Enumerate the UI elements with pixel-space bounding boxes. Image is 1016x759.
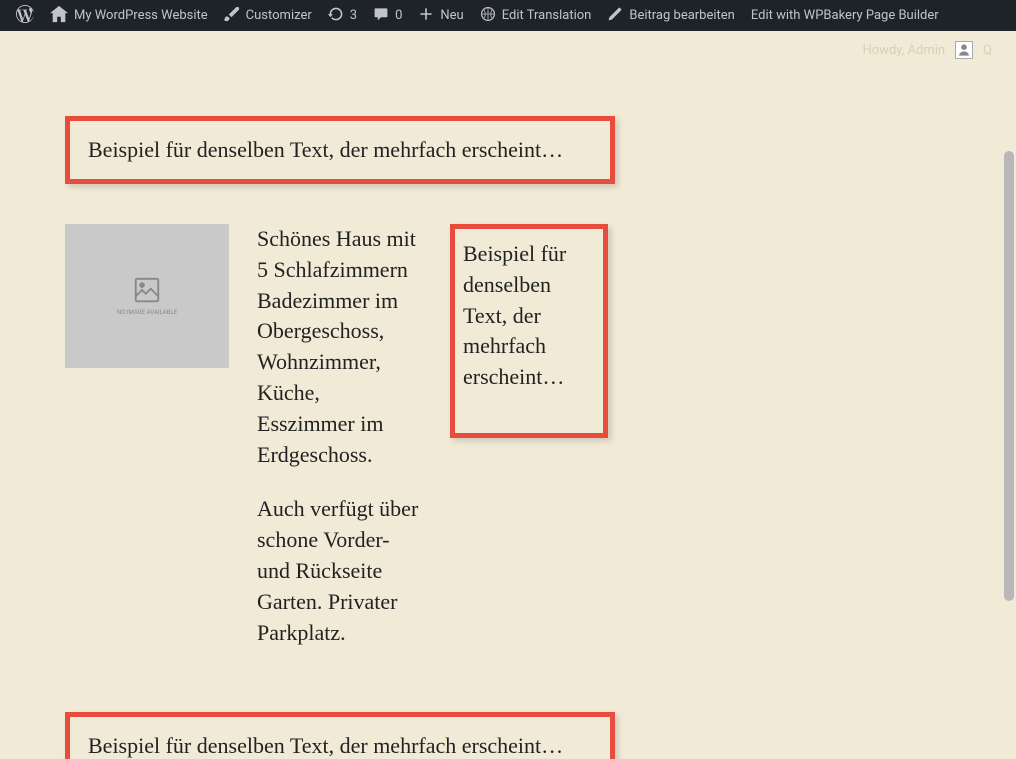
- comments-menu[interactable]: 0: [365, 0, 410, 31]
- customizer-label: Customizer: [246, 8, 312, 23]
- highlight-text-1: Beispiel für denselben Text, der mehrfac…: [88, 137, 563, 162]
- image-placeholder-label: NO IMAGE AVAILABLE: [117, 309, 177, 316]
- wordpress-logo-icon: [16, 5, 34, 27]
- highlight-box-side: Beispiel für denselben Text, der mehrfac…: [450, 224, 608, 438]
- scrollbar[interactable]: [1004, 151, 1014, 601]
- page-content-wrapper: Howdy, Admin Q Beispiel für denselben Te…: [0, 31, 1016, 759]
- update-icon: [328, 6, 344, 26]
- home-icon: [50, 5, 68, 27]
- edit-post-label: Beitrag bearbeiten: [629, 8, 735, 23]
- logout-suffix: Q: [983, 43, 992, 58]
- description-paragraph-1: Schönes Haus mit 5 Schlafzimmern Badezim…: [257, 224, 422, 470]
- highlight-text-2: Beispiel für denselben Text, der mehrfac…: [463, 241, 566, 389]
- avatar: [955, 41, 973, 59]
- plus-icon: [418, 6, 434, 26]
- wpbakery-menu[interactable]: Edit with WPBakery Page Builder: [743, 0, 947, 31]
- content-columns-row: NO IMAGE AVAILABLE Schönes Haus mit 5 Sc…: [65, 224, 615, 672]
- highlight-box-bottom: Beispiel für denselben Text, der mehrfac…: [65, 712, 615, 759]
- customizer-menu[interactable]: Customizer: [216, 0, 320, 31]
- site-name-menu[interactable]: My WordPress Website: [42, 0, 216, 31]
- new-label: Neu: [440, 8, 463, 23]
- highlight-box-top: Beispiel für denselben Text, der mehrfac…: [65, 116, 615, 184]
- image-placeholder-icon: [132, 275, 162, 305]
- new-content-menu[interactable]: Neu: [410, 0, 471, 31]
- edit-post-menu[interactable]: Beitrag bearbeiten: [599, 0, 743, 31]
- site-name-label: My WordPress Website: [74, 8, 208, 23]
- updates-menu[interactable]: 3: [320, 0, 365, 31]
- translation-icon: [480, 6, 496, 26]
- wpbakery-label: Edit with WPBakery Page Builder: [751, 8, 939, 23]
- edit-translation-menu[interactable]: Edit Translation: [472, 0, 600, 31]
- greeting-text: Howdy, Admin: [862, 43, 945, 58]
- admin-bar-left-group: My WordPress Website Customizer 3 0: [8, 0, 947, 31]
- comment-icon: [373, 6, 389, 26]
- update-count: 3: [350, 8, 357, 23]
- description-text-column: Schönes Haus mit 5 Schlafzimmern Badezim…: [257, 224, 422, 672]
- image-placeholder: NO IMAGE AVAILABLE: [65, 224, 229, 368]
- edit-translation-label: Edit Translation: [502, 8, 592, 23]
- brush-icon: [224, 6, 240, 26]
- highlight-text-3: Beispiel für denselben Text, der mehrfac…: [88, 733, 563, 758]
- wordpress-logo-menu[interactable]: [8, 0, 42, 31]
- main-content-column: Beispiel für denselben Text, der mehrfac…: [0, 31, 680, 759]
- description-paragraph-2: Auch verfügt über schone Vorder- und Rüc…: [257, 494, 422, 648]
- wp-admin-bar: My WordPress Website Customizer 3 0: [0, 0, 1016, 31]
- comment-count: 0: [395, 8, 402, 23]
- pencil-icon: [607, 6, 623, 26]
- user-greeting-area[interactable]: Howdy, Admin Q: [862, 41, 992, 59]
